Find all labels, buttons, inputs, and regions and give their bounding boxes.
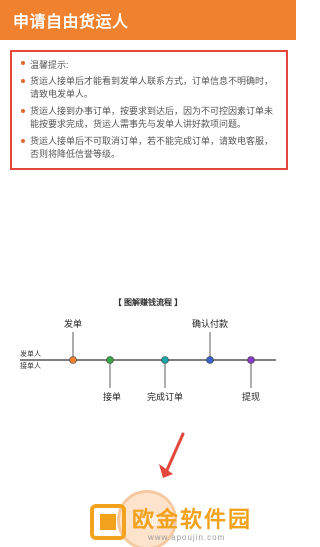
- notice-box: 温馨提示: 货运人接单后才能看到发单人联系方式，订单信息不明确时，请致电发单人。…: [10, 50, 288, 170]
- step-dot-post: [69, 356, 77, 364]
- row-label-sender: 发单人: [20, 349, 41, 358]
- notice-item-text: 货运人接单后才能看到发单人联系方式，订单信息不明确时，请致电发单人。: [30, 76, 274, 99]
- step-label-post: 发单: [64, 318, 82, 329]
- app-header: 申请自由货运人: [0, 0, 296, 40]
- bullet-icon: [21, 109, 25, 113]
- notice-item-text: 货运人接单后不可取消订单，若不能完成订单，请致电客服，否则将降低信誉等级。: [30, 136, 274, 159]
- step-dot-withdraw: [247, 356, 255, 364]
- watermark-logo-icon: [90, 504, 126, 540]
- step-dot-confirm: [206, 356, 214, 364]
- row-label-receiver: 接单人: [20, 361, 41, 370]
- pointer-arrow-icon: [159, 432, 185, 478]
- notice-item: 货运人接单后不可取消订单，若不能完成订单，请致电客服，否则将降低信誉等级。: [20, 135, 278, 161]
- bullet-icon: [21, 139, 25, 143]
- flow-title: 【 图解赚钱流程 】: [113, 298, 183, 307]
- notice-title: 温馨提示:: [20, 58, 278, 71]
- notice-item: 货运人接单后才能看到发单人联系方式，订单信息不明确时，请致电发单人。: [20, 75, 278, 101]
- notice-item: 货运人接到办事订单，按要求到达后，因为不可控因素订单未能按要求完成，货运人需事先…: [20, 105, 278, 131]
- step-label-confirm: 确认付款: [192, 318, 228, 329]
- step-label-withdraw: 提现: [242, 392, 260, 402]
- watermark-url: www.apoujin.com: [148, 533, 226, 542]
- watermark-text: 欧金软件园: [132, 507, 253, 532]
- page-title: 申请自由货运人: [13, 14, 129, 31]
- watermark: 欧金软件园 www.apoujin.com: [88, 500, 296, 547]
- step-dot-complete: [161, 356, 169, 364]
- step-label-accept: 接单: [103, 391, 121, 402]
- bullet-icon: [21, 79, 25, 83]
- money-flow-diagram: 发单人 接单人 发单 接单 完成订单 确认付款 提现: [20, 318, 276, 402]
- notice-item-text: 货运人接到办事订单，按要求到达后，因为不可控因素订单未能按要求完成，货运人需事先…: [30, 106, 274, 129]
- step-label-complete: 完成订单: [147, 391, 183, 402]
- step-dot-accept: [106, 356, 114, 364]
